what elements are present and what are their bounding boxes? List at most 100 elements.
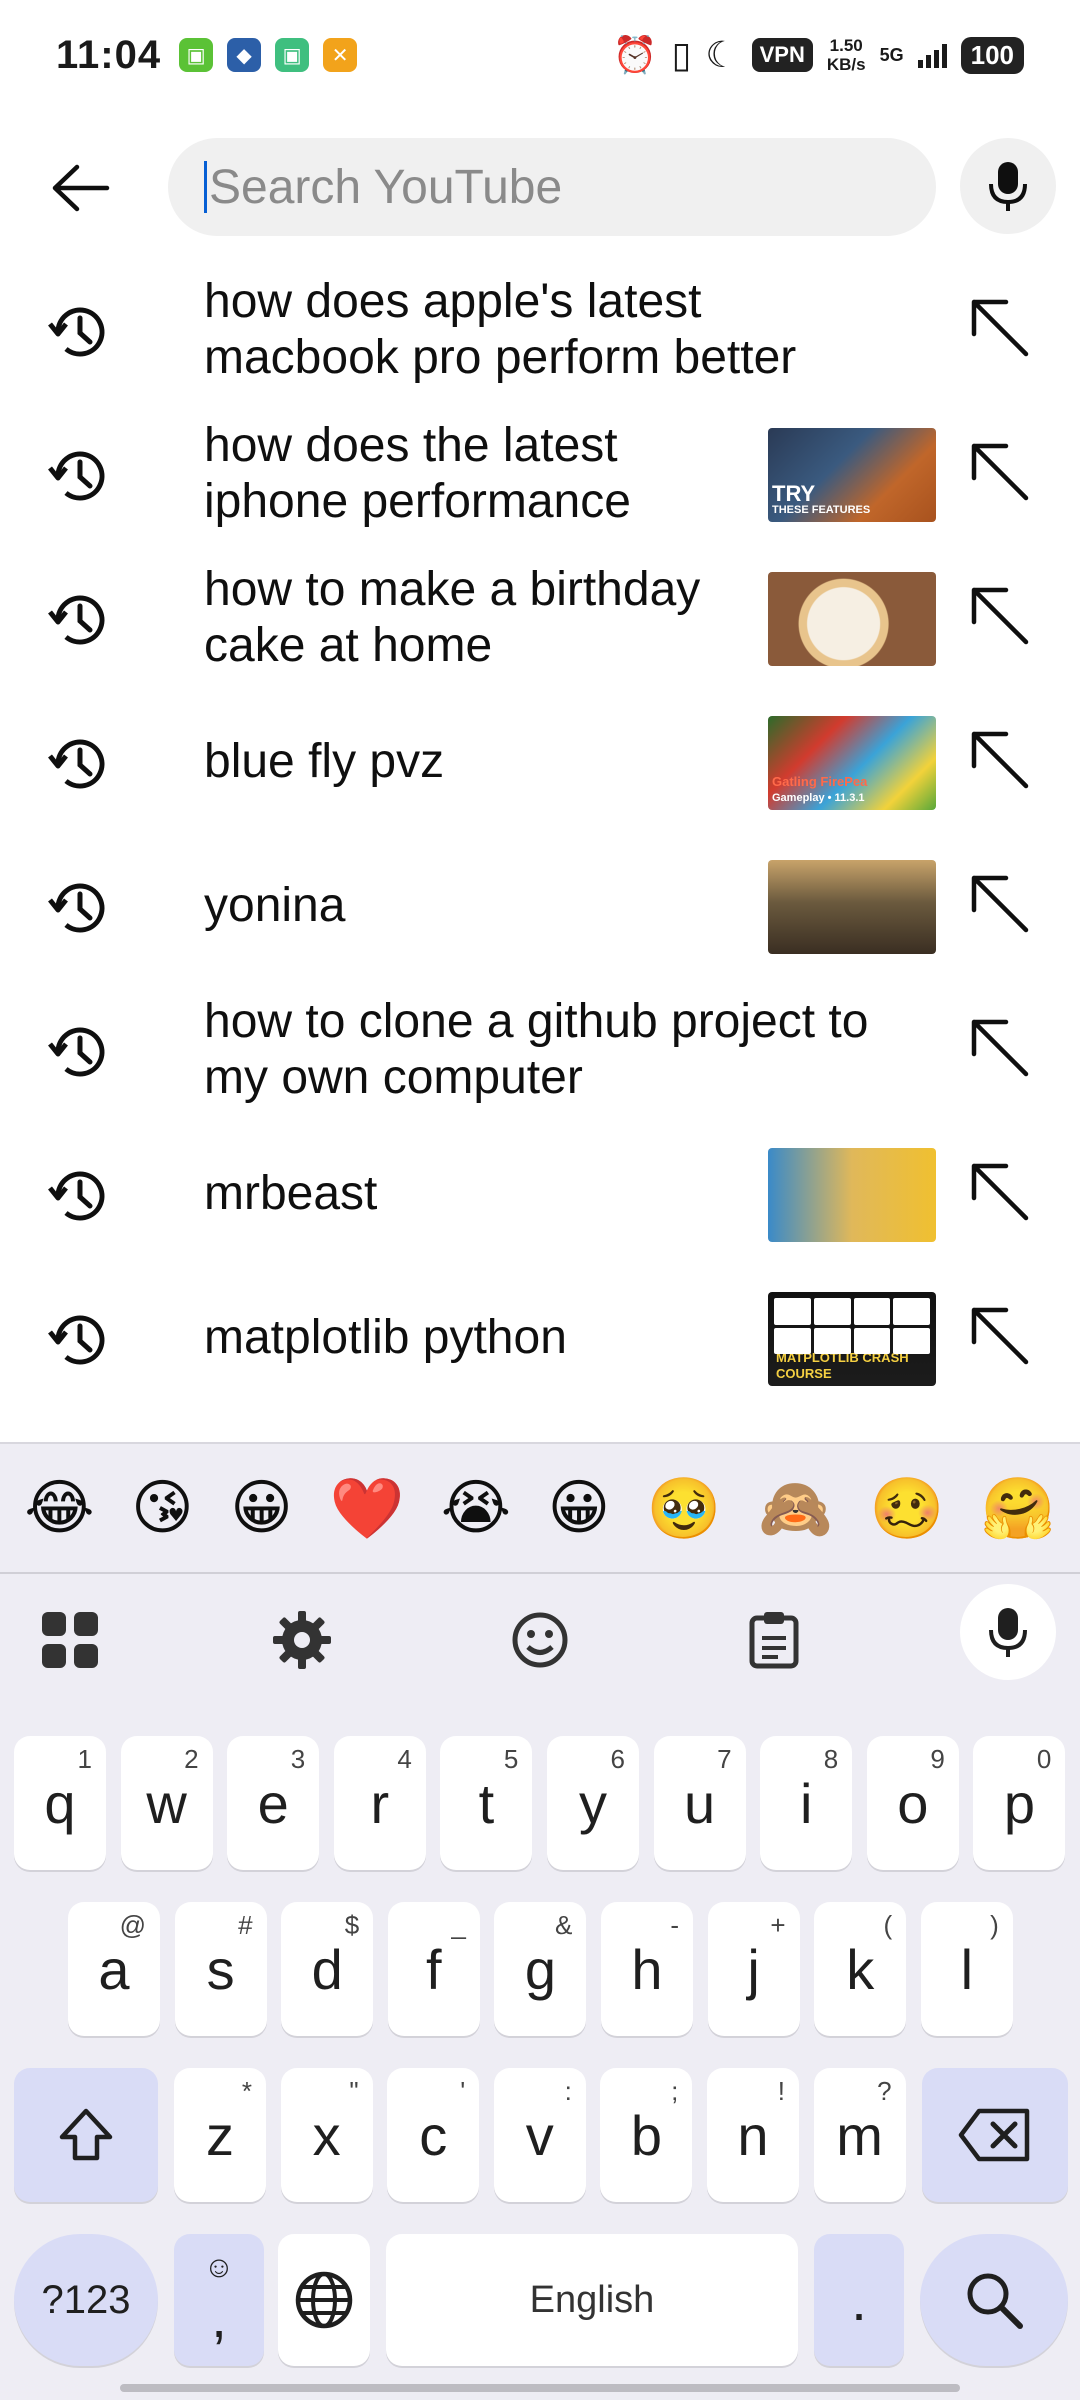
- suggestion-line: iphone performance: [204, 475, 631, 528]
- emoji-suggestion[interactable]: 🤗: [981, 1473, 1056, 1544]
- grid-icon: [42, 1612, 98, 1668]
- emoji-comma-key[interactable]: ☺ ,: [174, 2234, 264, 2366]
- key-hint: 3: [290, 1744, 306, 1774]
- back-arrow-icon: [52, 164, 110, 212]
- emoji-suggestion[interactable]: 😭: [441, 1473, 511, 1543]
- suggestion-line: how to clone a github project to: [204, 995, 869, 1048]
- notification-icons: ▣ ◆ ▣ ✕: [179, 38, 358, 72]
- apps-grid-button[interactable]: [30, 1600, 110, 1680]
- emoji-suggestion[interactable]: 😘: [131, 1473, 194, 1543]
- fill-query-arrow-icon[interactable]: [966, 582, 1036, 652]
- key-h[interactable]: h -: [601, 1902, 693, 2036]
- key-p[interactable]: p 0: [973, 1736, 1066, 1870]
- key-o[interactable]: o 9: [866, 1736, 959, 1870]
- key-s[interactable]: s #: [174, 1902, 267, 2036]
- suggestion-item-partially-visible[interactable]: [0, 1410, 1080, 1442]
- suggestion-item[interactable]: blue fly pvz Gatling FirePea Gameplay • 1…: [0, 690, 1080, 834]
- key-hint: 6: [610, 1744, 625, 1774]
- key-label: w: [146, 1771, 187, 1835]
- key-label: j: [747, 1937, 760, 2001]
- thumbnail-subtitle: Gameplay • 11.3.1: [772, 792, 865, 804]
- suggestion-item[interactable]: mrbeast: [0, 1122, 1080, 1266]
- suggestion-item[interactable]: how to clone a github project to my own …: [0, 978, 1080, 1122]
- emoji-suggestion[interactable]: ❤️: [329, 1473, 404, 1544]
- period-key[interactable]: .: [814, 2234, 904, 2366]
- key-hint: ': [460, 2076, 466, 2106]
- suggestion-item[interactable]: yonina: [0, 834, 1080, 978]
- voice-search-button[interactable]: [960, 138, 1056, 234]
- suggestion-line: mrbeast: [204, 1167, 378, 1220]
- chart-thumbnail-cell: [813, 1298, 851, 1325]
- suggestion-thumbnail: TRY THESE FEATURES: [768, 428, 936, 522]
- key-label: p: [1003, 1771, 1035, 1835]
- microphone-icon: [989, 1608, 1027, 1657]
- key-hint: 1: [77, 1744, 92, 1774]
- key-w[interactable]: w 2: [120, 1736, 213, 1870]
- vibrate-icon: ▯: [671, 34, 692, 75]
- key-k[interactable]: k (: [814, 1902, 907, 2036]
- gesture-navigation-bar[interactable]: [120, 2384, 960, 2392]
- language-switch-key[interactable]: [278, 2234, 370, 2366]
- suggestion-line: macbook pro perform better: [204, 331, 797, 384]
- emoji-suggestion[interactable]: 😂: [24, 1473, 94, 1543]
- key-label: l: [960, 1937, 974, 2001]
- key-i[interactable]: i 8: [760, 1736, 853, 1870]
- shift-key[interactable]: [14, 2068, 158, 2202]
- keyboard-voice-input-button[interactable]: [960, 1584, 1056, 1680]
- thumbnail-title: Gatling FirePea: [772, 774, 868, 789]
- key-t[interactable]: t 5: [440, 1736, 533, 1870]
- fill-query-arrow-icon[interactable]: [966, 294, 1036, 364]
- suggestion-thumbnail: [768, 572, 936, 666]
- search-enter-key[interactable]: [920, 2234, 1068, 2366]
- fill-query-arrow-icon[interactable]: [966, 1158, 1036, 1228]
- key-r[interactable]: r 4: [333, 1736, 426, 1870]
- key-x[interactable]: x ": [280, 2068, 373, 2202]
- key-l[interactable]: l ): [920, 1902, 1013, 2036]
- keyboard-settings-button[interactable]: [262, 1600, 342, 1680]
- search-box[interactable]: [168, 138, 936, 236]
- key-hint: @: [119, 1910, 146, 1940]
- key-v[interactable]: v :: [493, 2068, 586, 2202]
- backspace-key[interactable]: [922, 2068, 1068, 2202]
- suggestion-item[interactable]: how to make a birthday cake at home: [0, 546, 1080, 690]
- key-y[interactable]: y 6: [547, 1736, 639, 1870]
- key-q[interactable]: q 1: [14, 1736, 106, 1870]
- chart-thumbnail-cell: [853, 1327, 891, 1354]
- suggestion-item[interactable]: matplotlib python MATPLOTLIB CRASH COURS…: [0, 1266, 1080, 1410]
- fill-query-arrow-icon[interactable]: [966, 870, 1036, 940]
- key-d[interactable]: d $: [281, 1902, 374, 2036]
- fill-query-arrow-icon[interactable]: [966, 726, 1036, 796]
- key-label: c: [419, 2103, 448, 2167]
- key-z[interactable]: z *: [174, 2068, 266, 2202]
- symbols-key[interactable]: ?123: [14, 2234, 158, 2366]
- suggestion-item[interactable]: how does the latest iphone performance T…: [0, 402, 1080, 546]
- key-a[interactable]: a @: [68, 1902, 160, 2036]
- key-n[interactable]: n !: [707, 2068, 799, 2202]
- suggestion-item[interactable]: how does apple's latest macbook pro perf…: [0, 258, 1080, 402]
- key-g[interactable]: g &: [494, 1902, 587, 2036]
- space-bar[interactable]: English: [386, 2234, 798, 2366]
- emoji-smiley-icon: [512, 1612, 568, 1668]
- emoji-sticker-button[interactable]: [500, 1600, 580, 1680]
- key-j[interactable]: j +: [707, 1902, 800, 2036]
- back-button[interactable]: [36, 148, 126, 228]
- emoji-suggestion[interactable]: 😀: [548, 1473, 611, 1543]
- emoji-suggestion[interactable]: 🙈: [758, 1473, 833, 1544]
- search-input[interactable]: [209, 159, 849, 215]
- suggestion-text: how to clone a github project to my own …: [204, 978, 868, 1122]
- key-u[interactable]: u 7: [653, 1736, 746, 1870]
- fill-query-arrow-icon[interactable]: [966, 1014, 1036, 1084]
- fill-query-arrow-icon[interactable]: [966, 438, 1036, 508]
- key-e[interactable]: e 3: [227, 1736, 320, 1870]
- emoji-suggestion[interactable]: 🥹: [647, 1473, 722, 1544]
- period-label: .: [851, 2268, 867, 2332]
- key-f[interactable]: f _: [387, 1902, 480, 2036]
- key-m[interactable]: m ?: [813, 2068, 906, 2202]
- key-b[interactable]: b ;: [600, 2068, 693, 2202]
- key-label: o: [897, 1771, 929, 1835]
- key-c[interactable]: c ': [387, 2068, 480, 2202]
- clipboard-button[interactable]: [734, 1600, 814, 1680]
- emoji-suggestion[interactable]: 😀: [230, 1473, 293, 1543]
- fill-query-arrow-icon[interactable]: [966, 1302, 1036, 1372]
- emoji-suggestion[interactable]: 🥴: [870, 1473, 945, 1544]
